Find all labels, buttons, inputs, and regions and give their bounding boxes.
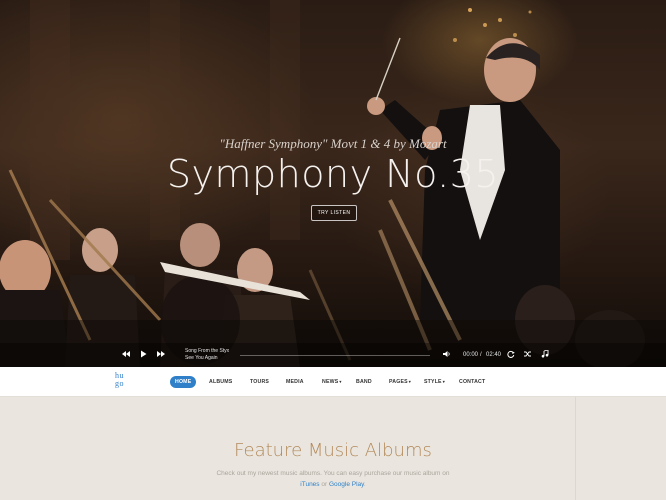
- song-info: Song From the Styx See You Again: [185, 348, 229, 362]
- playlist-icon[interactable]: [541, 349, 549, 361]
- chevron-down-icon: ▾: [339, 379, 342, 384]
- rewind-icon[interactable]: [122, 350, 130, 361]
- chevron-down-icon: ▾: [408, 379, 411, 384]
- nav-item-pages-label: PAGES: [389, 379, 408, 385]
- nav-item-pages[interactable]: PAGES▾: [389, 376, 411, 388]
- main-nav: hu go HOME ALBUMS TOURS MEDIA NEWS▾ BAND…: [0, 367, 666, 397]
- site-logo[interactable]: hu go: [115, 372, 129, 388]
- itunes-link[interactable]: iTunes: [300, 481, 319, 488]
- repeat-icon[interactable]: [507, 350, 515, 361]
- nav-item-style[interactable]: STYLE▾: [424, 376, 445, 388]
- feature-section: Feature Music Albums Check out my newest…: [0, 397, 666, 500]
- volume-icon[interactable]: [443, 350, 451, 361]
- section-title: Feature Music Albums: [234, 440, 432, 461]
- nav-item-albums[interactable]: ALBUMS: [209, 376, 232, 388]
- nav-item-style-label: STYLE: [424, 379, 442, 385]
- try-listen-button[interactable]: TRY LISTEN: [311, 205, 357, 221]
- nav-item-media[interactable]: MEDIA: [286, 376, 304, 388]
- logo-text-bottom: go: [115, 379, 124, 388]
- or-text: or: [321, 481, 328, 488]
- description-text: Check out my newest music albums. You ca…: [216, 470, 450, 477]
- nav-item-home[interactable]: HOME: [170, 376, 197, 388]
- hero-subtitle: "Haffner Symphony" Movt 1 & 4 by Mozart: [219, 136, 447, 151]
- shuffle-icon[interactable]: [524, 350, 532, 361]
- song-subtitle: See You Again: [185, 355, 218, 361]
- google-play-link[interactable]: Google Play: [329, 481, 364, 488]
- nav-item-tours[interactable]: TOURS: [250, 376, 269, 388]
- song-title: Song From the Styx: [185, 348, 230, 354]
- nav-item-band[interactable]: BAND: [356, 376, 372, 388]
- section-description: Check out my newest music albums. You ca…: [0, 468, 666, 490]
- chevron-down-icon: ▾: [442, 379, 445, 384]
- hero-title: Symphony No.35: [166, 152, 500, 196]
- time-separator: /: [480, 352, 482, 358]
- audio-player: Song From the Styx See You Again 00:00 /…: [0, 343, 666, 367]
- duration: 02:40: [486, 352, 502, 358]
- progress-bar[interactable]: [240, 355, 430, 356]
- current-time: 00:00: [463, 352, 479, 358]
- nav-item-news[interactable]: NEWS▾: [322, 376, 342, 388]
- hero-section: "Haffner Symphony" Movt 1 & 4 by Mozart …: [0, 0, 666, 367]
- nav-item-contact[interactable]: CONTACT: [459, 376, 485, 388]
- nav-item-news-label: NEWS: [322, 379, 339, 385]
- fast-forward-icon[interactable]: [157, 350, 165, 361]
- period-text: .: [363, 481, 366, 488]
- play-icon[interactable]: [140, 350, 147, 361]
